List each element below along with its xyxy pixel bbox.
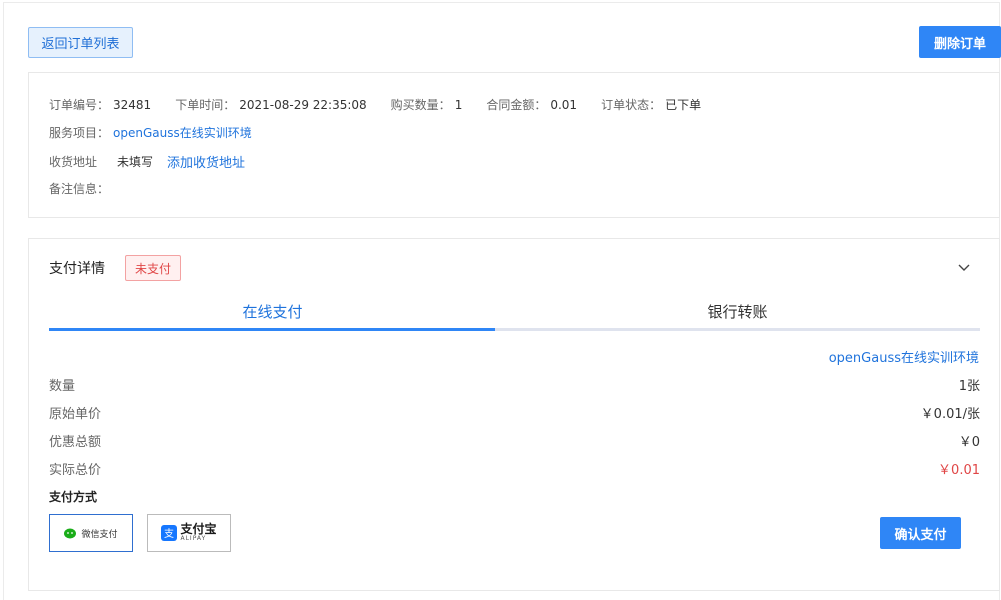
quantity-value: 1张: [958, 379, 980, 394]
order-status-value: 已下单: [665, 98, 702, 112]
payment-method-label: 支付方式: [49, 490, 98, 504]
unit-price-label: 原始单价: [49, 407, 102, 422]
svg-text:支: 支: [164, 528, 174, 540]
order-info-card: 订单编号： 32481 下单时间： 2021-08-29 22:35:08 购买…: [28, 72, 1000, 218]
order-amount-value: 0.01: [550, 97, 578, 112]
tab-bank-transfer[interactable]: 银行转账: [495, 301, 980, 331]
quantity-label: 数量: [49, 379, 76, 394]
add-address-link[interactable]: 添加收货地址: [167, 152, 245, 171]
service-name-link[interactable]: openGauss在线实训环境: [829, 347, 979, 366]
delete-order-button[interactable]: 删除订单: [919, 26, 1001, 58]
total-label: 实际总价: [49, 463, 102, 478]
order-time-label: 下单时间：: [175, 98, 236, 112]
payment-card: 支付详情 未支付 在线支付 银行转账 openGauss在线实训环境 数量 1张…: [28, 238, 1000, 591]
order-status-label: 订单状态：: [601, 98, 662, 112]
wechat-pay-label: 微信支付: [81, 529, 118, 540]
service-row: 服务项目： openGauss在线实训环境: [49, 124, 252, 141]
order-qty-label: 购买数量：: [390, 98, 451, 112]
remark-label: 备注信息：: [49, 182, 110, 196]
address-label: 收货地址: [49, 155, 98, 169]
alipay-label: 支付宝: [180, 522, 217, 536]
chevron-down-icon[interactable]: [956, 259, 972, 275]
service-link[interactable]: openGauss在线实训环境: [113, 124, 252, 141]
total-value: ￥0.01: [938, 463, 980, 478]
discount-row: 优惠总额 ￥0: [49, 431, 980, 450]
alipay-option[interactable]: 支 支付宝 ALIPAY: [147, 514, 231, 552]
discount-label: 优惠总额: [49, 435, 102, 450]
confirm-payment-button[interactable]: 确认支付: [880, 517, 961, 549]
remark-row: 备注信息：: [49, 180, 109, 197]
back-to-orders-button[interactable]: 返回订单列表: [28, 27, 133, 58]
order-id-label: 订单编号：: [49, 98, 110, 112]
order-summary-row: 订单编号： 32481 下单时间： 2021-08-29 22:35:08 购买…: [49, 96, 701, 113]
alipay-sub-label: ALIPAY: [180, 535, 207, 542]
address-row: 收货地址 未填写 添加收货地址: [49, 152, 245, 171]
total-row: 实际总价 ￥0.01: [49, 459, 980, 478]
alipay-icon: 支: [161, 525, 178, 541]
order-time-value: 2021-08-29 22:35:08: [239, 97, 367, 112]
service-label: 服务项目：: [49, 126, 110, 140]
status-badge: 未支付: [125, 255, 181, 281]
order-qty-value: 1: [454, 97, 463, 112]
payment-title: 支付详情: [49, 261, 105, 277]
order-amount-label: 合同金额：: [486, 98, 547, 112]
unit-price-value: ￥0.01/张: [920, 407, 980, 422]
tab-online-payment[interactable]: 在线支付: [49, 301, 496, 331]
page-container: 返回订单列表 删除订单 订单编号： 32481 下单时间： 2021-08-29…: [3, 2, 1001, 600]
quantity-row: 数量 1张: [49, 375, 980, 394]
wechat-icon: [64, 528, 77, 538]
discount-value: ￥0: [958, 435, 980, 450]
order-id-value: 32481: [113, 97, 152, 112]
wechat-pay-option[interactable]: 微信支付: [49, 514, 133, 552]
address-value: 未填写: [117, 155, 154, 169]
alipay-brand: 支付宝 ALIPAY: [180, 522, 217, 542]
unit-price-row: 原始单价 ￥0.01/张: [49, 403, 980, 422]
